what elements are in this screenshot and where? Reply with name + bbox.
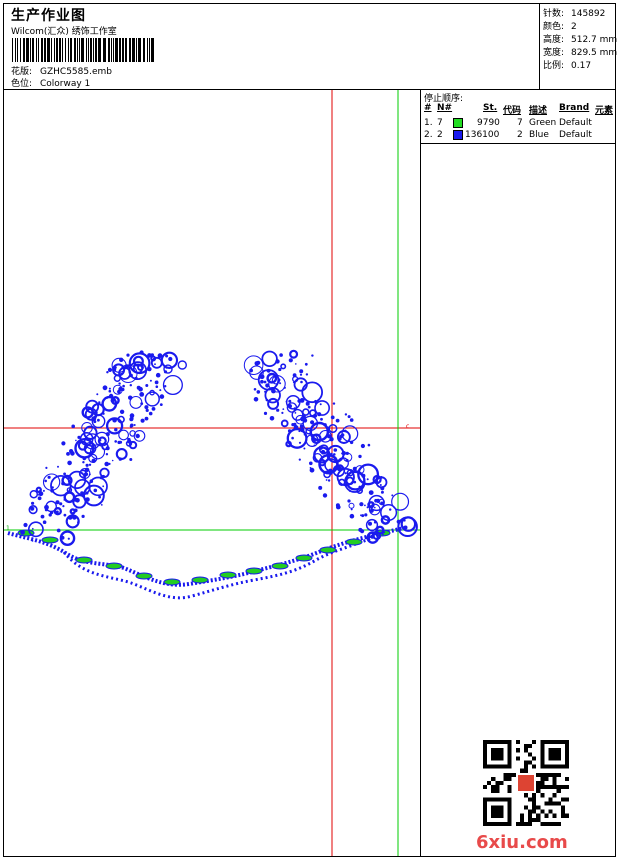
embroidery-design — [7, 349, 418, 600]
design-preview: 1 c — [4, 90, 420, 856]
stats-panel: 针数: 145892 颜色: 2 高度: 512.7 mm 宽度: 829.5 mm 比… — [539, 4, 617, 90]
stat-label: 比例: — [543, 61, 565, 71]
col-element: 元素 — [595, 106, 614, 116]
colorway-value: Colorway 1 — [40, 79, 91, 89]
col-code: 代码 — [503, 106, 522, 116]
stat-label: 高度: — [543, 35, 565, 45]
site-watermark: 6xiu.com — [476, 832, 568, 853]
row-stitches: 136100 — [465, 130, 500, 140]
stat-value: 0.17 — [571, 61, 592, 71]
right-lace-motif — [243, 349, 418, 544]
stop-sequence-panel: 停止顺序: # N# St. 代码 描述 Brand 元素 1. 7 9790 … — [420, 90, 615, 856]
stat-value: 829.5 mm — [571, 48, 618, 58]
studio-name: Wilcom(汇众) 绣饰工作室 — [11, 27, 117, 37]
stat-value: 2 — [571, 22, 577, 32]
stat-scale: 比例: 0.17 — [543, 58, 591, 71]
stat-label: 针数: — [543, 9, 565, 19]
page-title: 生产作业图 — [11, 8, 86, 24]
row-needle: 7 — [437, 118, 443, 128]
marker-left: 1 — [6, 525, 10, 532]
colorway-row: 色位: Colorway 1 — [11, 76, 90, 89]
marker-right: c — [406, 423, 409, 430]
design-canvas: 1 c — [4, 90, 420, 856]
row-code: 7 — [517, 118, 523, 128]
row-index: 1. — [424, 118, 433, 128]
qr-code — [483, 740, 569, 826]
stat-width: 宽度: 829.5 mm — [543, 45, 617, 58]
color-swatch — [453, 130, 463, 140]
row-description: Green — [529, 118, 557, 128]
col-brand: Brand — [559, 103, 590, 113]
stat-stitches: 针数: 145892 — [543, 6, 605, 19]
stat-label: 宽度: — [543, 48, 565, 58]
stat-value: 512.7 mm — [571, 35, 618, 45]
document-frame: 生产作业图 Wilcom(汇众) 绣饰工作室 花版: GZHC5585.emb 色… — [3, 3, 617, 857]
stat-value: 145892 — [571, 9, 606, 19]
col-description: 描述 — [529, 106, 548, 116]
row-stitches: 9790 — [477, 118, 500, 128]
col-index: # — [424, 103, 432, 113]
header-info: 生产作业图 Wilcom(汇众) 绣饰工作室 花版: GZHC5585.emb 色… — [8, 4, 540, 90]
color-swatch — [453, 118, 463, 128]
col-needle: N# — [437, 103, 453, 113]
stat-height: 高度: 512.7 mm — [543, 32, 617, 45]
barcode — [12, 38, 154, 62]
row-brand: Default — [559, 118, 592, 128]
stat-colors: 颜色: 2 — [543, 19, 577, 32]
col-stitches: St. — [483, 103, 498, 113]
row-needle: 2 — [437, 130, 443, 140]
row-description: Blue — [529, 130, 549, 140]
stat-label: 颜色: — [543, 22, 565, 32]
row-code: 2 — [517, 130, 523, 140]
row-brand: Default — [559, 130, 592, 140]
table-divider — [421, 143, 615, 144]
left-lace-motif — [20, 350, 188, 547]
row-index: 2. — [424, 130, 433, 140]
colorway-label: 色位: — [11, 79, 33, 89]
